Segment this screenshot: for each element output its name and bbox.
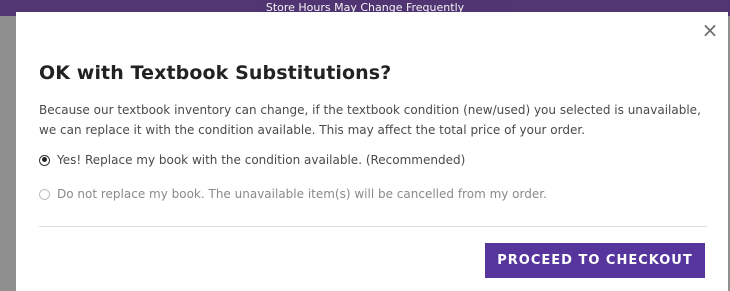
close-icon[interactable]: × [700,20,720,40]
modal-divider [39,226,707,227]
radio-replace[interactable] [39,154,50,166]
modal-description: Because our textbook inventory can chang… [39,103,701,137]
substitution-modal: × OK with Textbook Substitutions? Becaus… [16,12,728,291]
radio-do-not-replace[interactable] [39,188,50,200]
option-do-not-replace-label[interactable]: Do not replace my book. The unavailable … [57,187,547,201]
substitution-options: Yes! Replace my book with the condition … [39,151,707,219]
option-do-not-replace[interactable]: Do not replace my book. The unavailable … [39,185,707,203]
proceed-to-checkout-button[interactable]: PROCEED TO CHECKOUT [485,243,705,278]
option-replace[interactable]: Yes! Replace my book with the condition … [39,151,707,169]
modal-title: OK with Textbook Substitutions? [39,62,392,84]
option-replace-label[interactable]: Yes! Replace my book with the condition … [57,153,465,167]
